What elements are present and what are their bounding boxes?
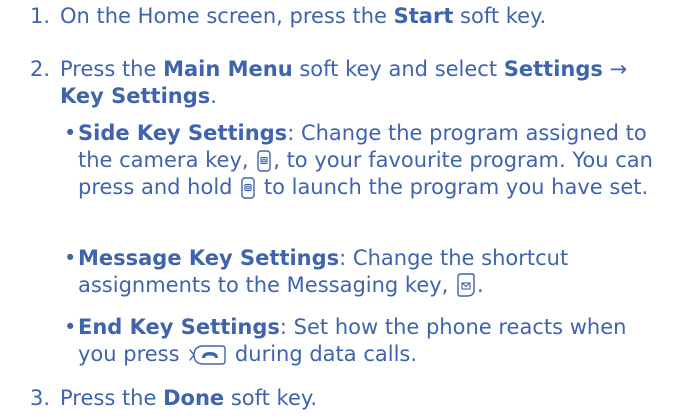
step-keyword: Key Settings [60, 84, 211, 108]
step-text-part: Press the [60, 57, 164, 81]
step-text: Press the Main Menu soft key and select … [60, 56, 670, 110]
step-keyword: Start [393, 4, 454, 28]
step-number: 1. [30, 4, 51, 28]
end-key-icon [188, 344, 226, 366]
step-number: 2. [30, 57, 51, 81]
bullet-title: Message Key Settings [78, 246, 340, 270]
bullet-text: Side Key Settings: Change the program as… [78, 120, 670, 201]
step-3: 3. Press the Done soft key. [30, 385, 670, 412]
bullet-text-part: . [477, 273, 484, 297]
bullet-dot: • [64, 315, 77, 339]
bullet-text-part: to launch the program you have set. [257, 175, 649, 199]
camera-key-icon [257, 150, 271, 172]
bullet-dot: • [64, 246, 77, 270]
step-text-part: On the Home screen, press the [60, 4, 394, 28]
bullet-dot: • [64, 121, 77, 145]
step-text-part: Press the [60, 386, 164, 410]
step-1: 1. On the Home screen, press the Start s… [30, 3, 670, 30]
step-text-part: . [210, 84, 217, 108]
step-text: On the Home screen, press the Start soft… [60, 3, 670, 30]
bullet-end-key-settings: • End Key Settings: Set how the phone re… [64, 314, 670, 368]
step-text-part: soft key. [224, 386, 317, 410]
camera-key-icon [241, 177, 255, 199]
step-keyword: Settings [503, 57, 603, 81]
step-text-part: soft key and select [292, 57, 504, 81]
bullet-text: End Key Settings: Set how the phone reac… [78, 314, 670, 368]
step-2: 2. Press the Main Menu soft key and sele… [30, 56, 670, 110]
arrow-glyph: → [602, 57, 628, 81]
bullet-text-part: during data calls. [228, 342, 418, 366]
step-text: Press the Done soft key. [60, 385, 670, 412]
bullet-title: Side Key Settings [78, 121, 288, 145]
step-keyword: Done [163, 386, 225, 410]
step-keyword: Main Menu [163, 57, 293, 81]
step-number: 3. [30, 386, 51, 410]
message-key-icon [457, 273, 475, 297]
step-text-part: soft key. [453, 4, 547, 28]
bullet-text: Message Key Settings: Change the shortcu… [78, 245, 670, 299]
bullet-title: End Key Settings [78, 315, 280, 339]
bullet-side-key-settings: • Side Key Settings: Change the program … [64, 120, 670, 201]
bullet-message-key-settings: • Message Key Settings: Change the short… [64, 245, 670, 299]
